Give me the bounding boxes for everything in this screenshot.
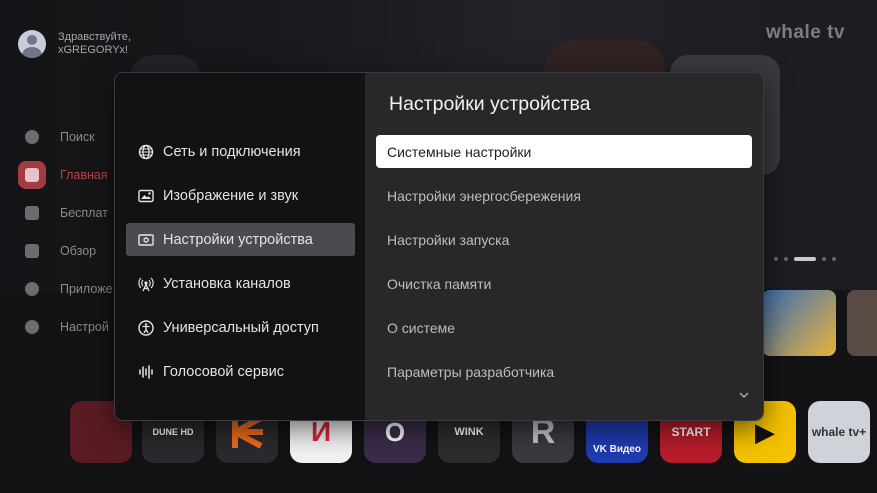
settings-options-list: Системные настройки Настройки энергосбер… — [376, 135, 752, 399]
app-tile[interactable]: whale tv+ — [808, 401, 870, 463]
voice-wave-icon — [139, 364, 153, 379]
nav-label: Главная — [60, 168, 108, 182]
category-label: Установка каналов — [163, 275, 291, 292]
nav-label: Обзор — [60, 244, 97, 258]
content-thumbnail[interactable] — [847, 290, 877, 356]
chevron-down-icon[interactable] — [739, 390, 749, 400]
carousel-dot — [832, 257, 836, 261]
content-thumbnail[interactable] — [762, 290, 836, 356]
option-developer[interactable]: Параметры разработчика — [376, 355, 752, 388]
nav-item-free[interactable]: Бесплат — [18, 194, 112, 232]
nav-label: Приложе — [60, 282, 113, 296]
settings-options-panel: Настройки устройства Системные настройки… — [365, 73, 763, 420]
category-label: Универсальный доступ — [163, 319, 319, 336]
nav-item-apps[interactable]: Приложе — [18, 270, 112, 308]
free-tv-icon — [18, 199, 46, 227]
brand-logo: whale tv — [766, 22, 845, 43]
category-voice[interactable]: Голосовой сервис — [126, 355, 355, 388]
nav-item-settings[interactable]: Настрой — [18, 308, 112, 346]
picture-sound-icon — [138, 189, 154, 202]
category-accessibility[interactable]: Универсальный доступ — [126, 311, 355, 344]
carousel-dot — [784, 257, 788, 261]
user-profile[interactable]: Здравствуйте, xGREGORYx! — [18, 30, 131, 58]
carousel-dot-active — [794, 257, 816, 261]
category-label: Голосовой сервис — [163, 363, 284, 380]
option-about[interactable]: О системе — [376, 311, 752, 344]
nav-item-explore[interactable]: Обзор — [18, 232, 112, 270]
carousel-dot — [822, 257, 826, 261]
greeting-line-1: Здравствуйте, — [58, 31, 131, 43]
greeting-line-2: xGREGORYx! — [58, 44, 129, 56]
option-system-settings[interactable]: Системные настройки — [376, 135, 752, 168]
category-channels[interactable]: Установка каналов — [126, 267, 355, 300]
device-settings-icon — [138, 233, 154, 246]
search-icon — [18, 123, 46, 151]
nav-item-home[interactable]: Главная — [18, 156, 112, 194]
apps-icon — [18, 275, 46, 303]
option-clear-memory[interactable]: Очистка памяти — [376, 267, 752, 300]
category-network[interactable]: Сеть и подключения — [126, 135, 355, 168]
category-label: Настройки устройства — [163, 231, 313, 248]
carousel-indicator — [774, 257, 836, 261]
avatar — [18, 30, 46, 58]
home-icon — [18, 161, 46, 189]
category-label: Сеть и подключения — [163, 143, 301, 160]
antenna-icon — [138, 277, 154, 291]
greeting: Здравствуйте, xGREGORYx! — [58, 31, 131, 57]
accessibility-icon — [138, 319, 154, 336]
settings-category-list: Сеть и подключения Изображение и звук На… — [115, 73, 365, 420]
settings-icon — [18, 313, 46, 341]
category-label: Изображение и звук — [163, 187, 299, 204]
option-startup[interactable]: Настройки запуска — [376, 223, 752, 256]
nav-item-search[interactable]: Поиск — [18, 118, 112, 156]
network-globe-icon — [138, 144, 154, 159]
panel-title: Настройки устройства — [389, 93, 591, 115]
explore-icon — [18, 237, 46, 265]
side-navigation: Поиск Главная Бесплат Обзор Приложе Наст… — [18, 118, 112, 346]
nav-label: Поиск — [60, 130, 95, 144]
option-power-saving[interactable]: Настройки энергосбережения — [376, 179, 752, 212]
nav-label: Настрой — [60, 320, 109, 334]
nav-label: Бесплат — [60, 206, 108, 220]
settings-dialog: Сеть и подключения Изображение и звук На… — [115, 73, 763, 420]
carousel-dot — [774, 257, 778, 261]
category-device-settings[interactable]: Настройки устройства — [126, 223, 355, 256]
category-picture-sound[interactable]: Изображение и звук — [126, 179, 355, 212]
